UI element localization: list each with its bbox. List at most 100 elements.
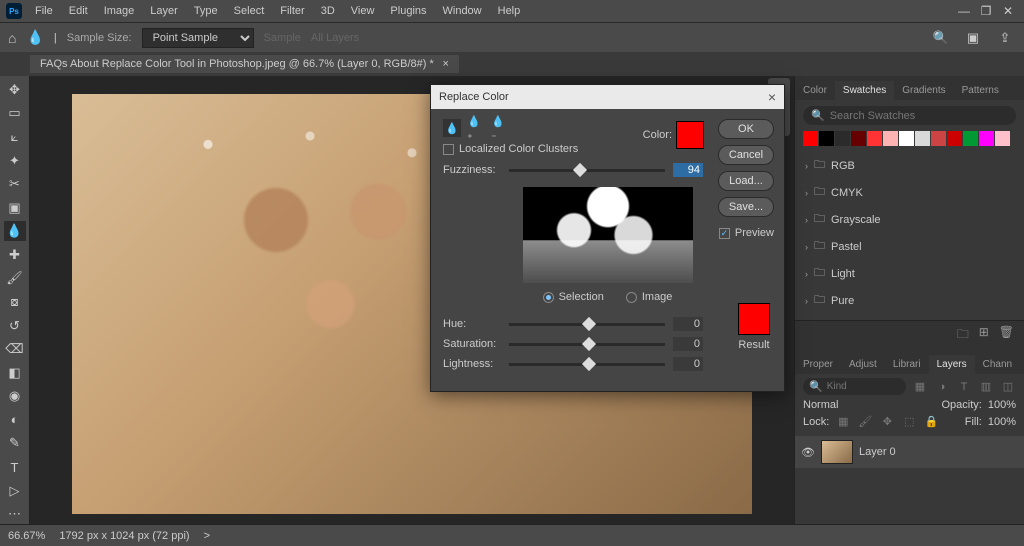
dialog-close-icon[interactable]: × bbox=[768, 89, 776, 105]
swatch[interactable] bbox=[883, 131, 898, 146]
trash-icon[interactable]: 🗑 bbox=[999, 325, 1014, 346]
swatch-folder[interactable]: ›🗀Pastel bbox=[803, 233, 1016, 260]
swatch[interactable] bbox=[931, 131, 946, 146]
save-button[interactable]: Save... bbox=[718, 197, 774, 217]
cancel-button[interactable]: Cancel bbox=[718, 145, 774, 165]
opacity-value[interactable]: 100% bbox=[988, 399, 1016, 411]
slider-thumb-icon[interactable] bbox=[572, 162, 586, 176]
document-tab[interactable]: FAQs About Replace Color Tool in Photosh… bbox=[30, 55, 459, 73]
tab-properties[interactable]: Proper bbox=[795, 355, 841, 374]
menu-help[interactable]: Help bbox=[491, 3, 528, 19]
checkbox-icon[interactable]: ✓ bbox=[719, 228, 730, 239]
dodge-tool-icon[interactable]: ◐ bbox=[4, 410, 26, 430]
lock-all-icon[interactable]: 🔒 bbox=[923, 415, 939, 428]
slider-thumb-icon[interactable] bbox=[582, 316, 596, 330]
layer-thumbnail[interactable] bbox=[821, 440, 853, 464]
swatch[interactable] bbox=[851, 131, 866, 146]
visibility-icon[interactable]: 👁 bbox=[801, 446, 815, 459]
blend-mode[interactable]: Normal bbox=[803, 399, 838, 411]
slider-thumb-icon[interactable] bbox=[582, 356, 596, 370]
filter-shape-icon[interactable]: ▥ bbox=[978, 380, 994, 393]
tab-swatches[interactable]: Swatches bbox=[835, 81, 894, 100]
slider-thumb-icon[interactable] bbox=[582, 336, 596, 350]
swatch[interactable] bbox=[867, 131, 882, 146]
layers-filter-input[interactable] bbox=[827, 381, 900, 392]
checkbox-icon[interactable] bbox=[443, 144, 454, 155]
menu-select[interactable]: Select bbox=[227, 3, 272, 19]
tab-patterns[interactable]: Patterns bbox=[954, 81, 1007, 100]
lasso-tool-icon[interactable]: ⟀ bbox=[4, 127, 26, 147]
path-select-icon[interactable]: ▷ bbox=[4, 481, 26, 501]
eraser-tool-icon[interactable]: ⌫ bbox=[4, 339, 26, 359]
move-tool-icon[interactable]: ✥ bbox=[4, 80, 26, 100]
fuzziness-value[interactable]: 94 bbox=[673, 163, 703, 177]
more-tools-icon[interactable]: ⋯ bbox=[4, 504, 26, 524]
lock-move-icon[interactable]: ✥ bbox=[879, 415, 895, 428]
source-color-swatch[interactable] bbox=[676, 121, 704, 149]
swatches-search[interactable]: 🔍 bbox=[803, 106, 1016, 125]
load-button[interactable]: Load... bbox=[718, 171, 774, 191]
tab-libraries[interactable]: Librari bbox=[885, 355, 929, 374]
pen-tool-icon[interactable]: ✎ bbox=[4, 434, 26, 454]
filter-smart-icon[interactable]: ◫ bbox=[1000, 380, 1016, 393]
menu-plugins[interactable]: Plugins bbox=[383, 3, 433, 19]
tab-layers[interactable]: Layers bbox=[929, 355, 975, 374]
dialog-titlebar[interactable]: Replace Color × bbox=[431, 85, 784, 109]
new-swatch-icon[interactable]: ⊞ bbox=[979, 325, 989, 346]
search-icon[interactable]: 🔍 bbox=[930, 30, 952, 46]
eyedropper-tool-icon[interactable]: 💧 bbox=[26, 29, 43, 46]
window-minimize-icon[interactable]: — bbox=[954, 4, 974, 18]
tab-adjustments[interactable]: Adjust bbox=[841, 355, 885, 374]
swatches-search-input[interactable] bbox=[830, 110, 1008, 122]
saturation-slider[interactable] bbox=[509, 343, 665, 346]
menu-filter[interactable]: Filter bbox=[273, 3, 311, 19]
lightness-slider[interactable] bbox=[509, 363, 665, 366]
close-tab-icon[interactable]: × bbox=[443, 58, 449, 70]
type-tool-icon[interactable]: T bbox=[4, 457, 26, 477]
swatch[interactable] bbox=[899, 131, 914, 146]
sample-size-select[interactable]: Point Sample bbox=[142, 28, 254, 48]
menu-layer[interactable]: Layer bbox=[143, 3, 185, 19]
history-brush-icon[interactable]: ↺ bbox=[4, 316, 26, 336]
menu-type[interactable]: Type bbox=[187, 3, 225, 19]
filter-adjust-icon[interactable]: ◑ bbox=[934, 381, 950, 393]
stamp-tool-icon[interactable]: ⧇ bbox=[4, 292, 26, 312]
tab-gradients[interactable]: Gradients bbox=[894, 81, 953, 100]
eyedropper-icon[interactable]: 💧 bbox=[443, 119, 461, 137]
status-arrow-icon[interactable]: > bbox=[204, 530, 210, 542]
lock-brush-icon[interactable]: 🖌 bbox=[857, 415, 873, 428]
swatch[interactable] bbox=[979, 131, 994, 146]
swatch[interactable] bbox=[995, 131, 1010, 146]
eyedropper-tool-icon[interactable]: 💧 bbox=[4, 221, 26, 241]
hue-slider[interactable] bbox=[509, 323, 665, 326]
share-icon[interactable]: ⇪ bbox=[994, 30, 1016, 46]
lightness-value[interactable]: 0 bbox=[673, 357, 703, 371]
swatch-folder[interactable]: ›🗀CMYK bbox=[803, 179, 1016, 206]
menu-image[interactable]: Image bbox=[97, 3, 142, 19]
lock-nest-icon[interactable]: ⬚ bbox=[901, 415, 917, 428]
swatch[interactable] bbox=[947, 131, 962, 146]
window-restore-icon[interactable]: ❐ bbox=[976, 4, 996, 18]
window-close-icon[interactable]: ✕ bbox=[998, 4, 1018, 18]
ok-button[interactable]: OK bbox=[718, 119, 774, 139]
marquee-tool-icon[interactable]: ▭ bbox=[4, 104, 26, 124]
swatch[interactable] bbox=[819, 131, 834, 146]
swatch[interactable] bbox=[835, 131, 850, 146]
gradient-tool-icon[interactable]: ◧ bbox=[4, 363, 26, 383]
radio-selection[interactable]: Selection bbox=[543, 291, 604, 303]
crop-tool-icon[interactable]: ✂ bbox=[4, 174, 26, 194]
lock-trans-icon[interactable]: ▦ bbox=[835, 415, 851, 428]
swatch-folder[interactable]: ›🗀Grayscale bbox=[803, 206, 1016, 233]
layer-row[interactable]: 👁 Layer 0 bbox=[795, 436, 1024, 468]
heal-tool-icon[interactable]: ✚ bbox=[4, 245, 26, 265]
layers-filter[interactable]: 🔍 bbox=[803, 378, 906, 395]
radio-image[interactable]: Image bbox=[626, 291, 673, 303]
swatch-folder[interactable]: ›🗀Light bbox=[803, 260, 1016, 287]
blur-tool-icon[interactable]: ◉ bbox=[4, 387, 26, 407]
layer-name[interactable]: Layer 0 bbox=[859, 446, 896, 458]
wand-tool-icon[interactable]: ✦ bbox=[4, 151, 26, 171]
menu-file[interactable]: File bbox=[28, 3, 60, 19]
filter-type-icon[interactable]: T bbox=[956, 381, 972, 393]
tab-color[interactable]: Color bbox=[795, 81, 835, 100]
swatch[interactable] bbox=[803, 131, 818, 146]
